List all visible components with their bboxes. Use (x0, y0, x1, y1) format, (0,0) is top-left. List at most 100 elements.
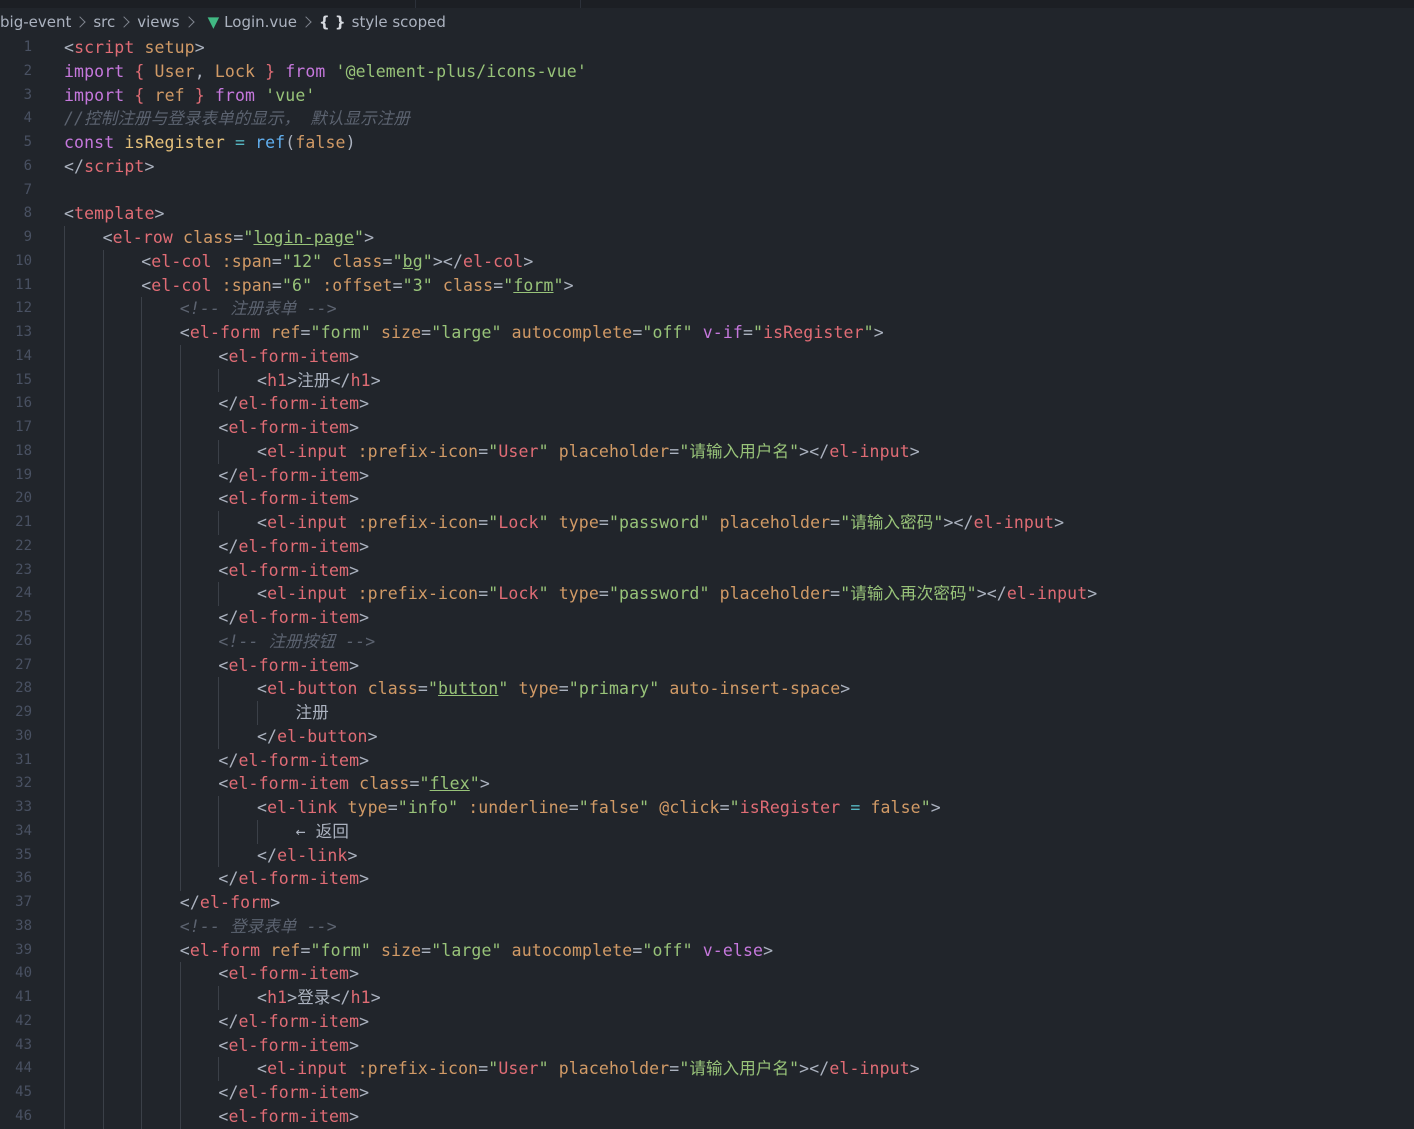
line-number[interactable]: 28 (0, 677, 32, 701)
code-line[interactable]: 9 <el-row class="login-page"> (0, 226, 1414, 250)
line-number[interactable]: 14 (0, 345, 32, 369)
code-line[interactable]: 40 <el-form-item> (0, 962, 1414, 986)
line-number[interactable]: 27 (0, 654, 32, 678)
line-number[interactable]: 39 (0, 939, 32, 963)
line-number[interactable]: 31 (0, 749, 32, 773)
code-token: > (349, 964, 360, 984)
line-number[interactable]: 34 (0, 820, 32, 844)
line-number[interactable]: 10 (0, 250, 32, 274)
line-number[interactable]: 17 (0, 416, 32, 440)
line-number[interactable]: 11 (0, 274, 32, 298)
line-number[interactable]: 46 (0, 1105, 32, 1129)
code-line[interactable]: 12 <!-- 注册表单 --> (0, 297, 1414, 321)
line-number[interactable]: 41 (0, 986, 32, 1010)
indent-guide (141, 1104, 143, 1129)
code-line[interactable]: 31 </el-form-item> (0, 748, 1414, 773)
line-number[interactable]: 38 (0, 915, 32, 939)
code-line[interactable]: 13 <el-form ref="form" size="large" autoc… (0, 321, 1414, 345)
line-number[interactable]: 3 (0, 84, 32, 108)
line-number[interactable]: 29 (0, 701, 32, 725)
code-line[interactable]: 21 <el-input :prefix-icon="Lock" type="pa… (0, 511, 1414, 535)
code-editor[interactable]: 1 <script setup> 2 import { User, Lock } fr… (0, 36, 1414, 1129)
code-line[interactable]: 43 <el-form-item> (0, 1033, 1414, 1058)
line-number[interactable]: 6 (0, 155, 32, 179)
code-line[interactable]: 28 <el-button class="button" type="primar… (0, 677, 1414, 701)
line-number[interactable]: 15 (0, 369, 32, 393)
code-line[interactable]: 1 <script setup> (0, 36, 1414, 60)
code-line[interactable]: 20 <el-form-item> (0, 487, 1414, 511)
line-number[interactable]: 5 (0, 131, 32, 155)
code-line[interactable]: 15 <h1>注册</h1> (0, 368, 1414, 393)
code-line[interactable]: 22 </el-form-item> (0, 534, 1414, 559)
code-line[interactable]: 6 </script> (0, 155, 1414, 179)
code-line[interactable]: 35 </el-link> (0, 843, 1414, 868)
code-line[interactable]: 19 </el-form-item> (0, 463, 1414, 488)
code-line[interactable]: 14 <el-form-item> (0, 344, 1414, 369)
code-line[interactable]: 44 <el-input :prefix-icon="User" placehol… (0, 1057, 1414, 1081)
breadcrumb-item-symbol[interactable]: style scoped (352, 13, 446, 31)
code-line[interactable]: 3 import { ref } from 'vue' (0, 84, 1414, 108)
code-line[interactable]: 30 </el-button> (0, 724, 1414, 749)
line-number[interactable]: 16 (0, 392, 32, 416)
code-line[interactable]: 38 <!-- 登录表单 --> (0, 914, 1414, 939)
code-line[interactable]: 26 <!-- 注册按钮 --> (0, 629, 1414, 654)
line-number[interactable]: 42 (0, 1010, 32, 1034)
code-line[interactable]: 45 </el-form-item> (0, 1081, 1414, 1105)
code-line[interactable]: 39 <el-form ref="form" size="large" autoc… (0, 938, 1414, 963)
code-line[interactable]: 23 <el-form-item> (0, 558, 1414, 583)
line-number[interactable]: 24 (0, 582, 32, 606)
code-line[interactable]: 34 ← 返回 (0, 819, 1414, 844)
line-number[interactable]: 2 (0, 60, 32, 84)
line-number[interactable]: 21 (0, 511, 32, 535)
line-number[interactable]: 22 (0, 535, 32, 559)
code-line[interactable]: 4 //控制注册与登录表单的显示， 默认显示注册 (0, 107, 1414, 131)
line-number[interactable]: 36 (0, 867, 32, 891)
code-line[interactable]: 7 (0, 179, 1414, 203)
code-line[interactable]: 27 <el-form-item> (0, 653, 1414, 678)
breadcrumb-item-project[interactable]: big-event (0, 13, 71, 31)
code-line[interactable]: 10 <el-col :span="12" class="bg"></el-col… (0, 249, 1414, 274)
code-line[interactable]: 5 const isRegister = ref(false) (0, 131, 1414, 155)
line-number[interactable]: 30 (0, 725, 32, 749)
line-number[interactable]: 7 (0, 179, 32, 203)
line-number[interactable]: 26 (0, 630, 32, 654)
code-line[interactable]: 41 <h1>登录</h1> (0, 986, 1414, 1010)
line-number[interactable]: 19 (0, 464, 32, 488)
code-line[interactable]: 8 <template> (0, 202, 1414, 226)
code-line[interactable]: 32 <el-form-item class="flex"> (0, 772, 1414, 796)
line-number[interactable]: 33 (0, 796, 32, 820)
line-number[interactable]: 23 (0, 559, 32, 583)
code-line[interactable]: 24 <el-input :prefix-icon="Lock" type="pa… (0, 582, 1414, 606)
line-number[interactable]: 13 (0, 321, 32, 345)
code-line[interactable]: 36 </el-form-item> (0, 867, 1414, 891)
line-number[interactable]: 20 (0, 487, 32, 511)
code-line[interactable]: 37 </el-form> (0, 891, 1414, 915)
code-line[interactable]: 11 <el-col :span="6" :offset="3" class="f… (0, 273, 1414, 298)
line-number[interactable]: 40 (0, 962, 32, 986)
line-number[interactable]: 35 (0, 844, 32, 868)
line-number[interactable]: 25 (0, 606, 32, 630)
line-number[interactable]: 18 (0, 440, 32, 464)
code-line[interactable]: 18 <el-input :prefix-icon="User" placehol… (0, 439, 1414, 464)
code-line[interactable]: 16 </el-form-item> (0, 392, 1414, 416)
line-number[interactable]: 12 (0, 297, 32, 321)
line-number[interactable]: 32 (0, 772, 32, 796)
line-number[interactable]: 37 (0, 891, 32, 915)
line-number[interactable]: 43 (0, 1034, 32, 1058)
breadcrumb-item-src[interactable]: src (93, 13, 115, 31)
code-line[interactable]: 25 </el-form-item> (0, 606, 1414, 630)
code-line[interactable]: 2 import { User, Lock } from '@element-pl… (0, 60, 1414, 84)
line-number[interactable]: 9 (0, 226, 32, 250)
breadcrumb-item-views[interactable]: views (137, 13, 179, 31)
line-number[interactable]: 1 (0, 36, 32, 60)
breadcrumb-item-file[interactable]: Login.vue (224, 13, 297, 31)
code-line[interactable]: 33 <el-link type="info" :underline="false… (0, 796, 1414, 820)
code-line[interactable]: 46 <el-form-item> (0, 1104, 1414, 1129)
line-number[interactable]: 4 (0, 107, 32, 131)
code-line[interactable]: 42 </el-form-item> (0, 1009, 1414, 1034)
line-number[interactable]: 44 (0, 1057, 32, 1081)
line-number[interactable]: 8 (0, 202, 32, 226)
code-line[interactable]: 17 <el-form-item> (0, 416, 1414, 440)
code-line[interactable]: 29 注册 (0, 701, 1414, 725)
line-number[interactable]: 45 (0, 1081, 32, 1105)
